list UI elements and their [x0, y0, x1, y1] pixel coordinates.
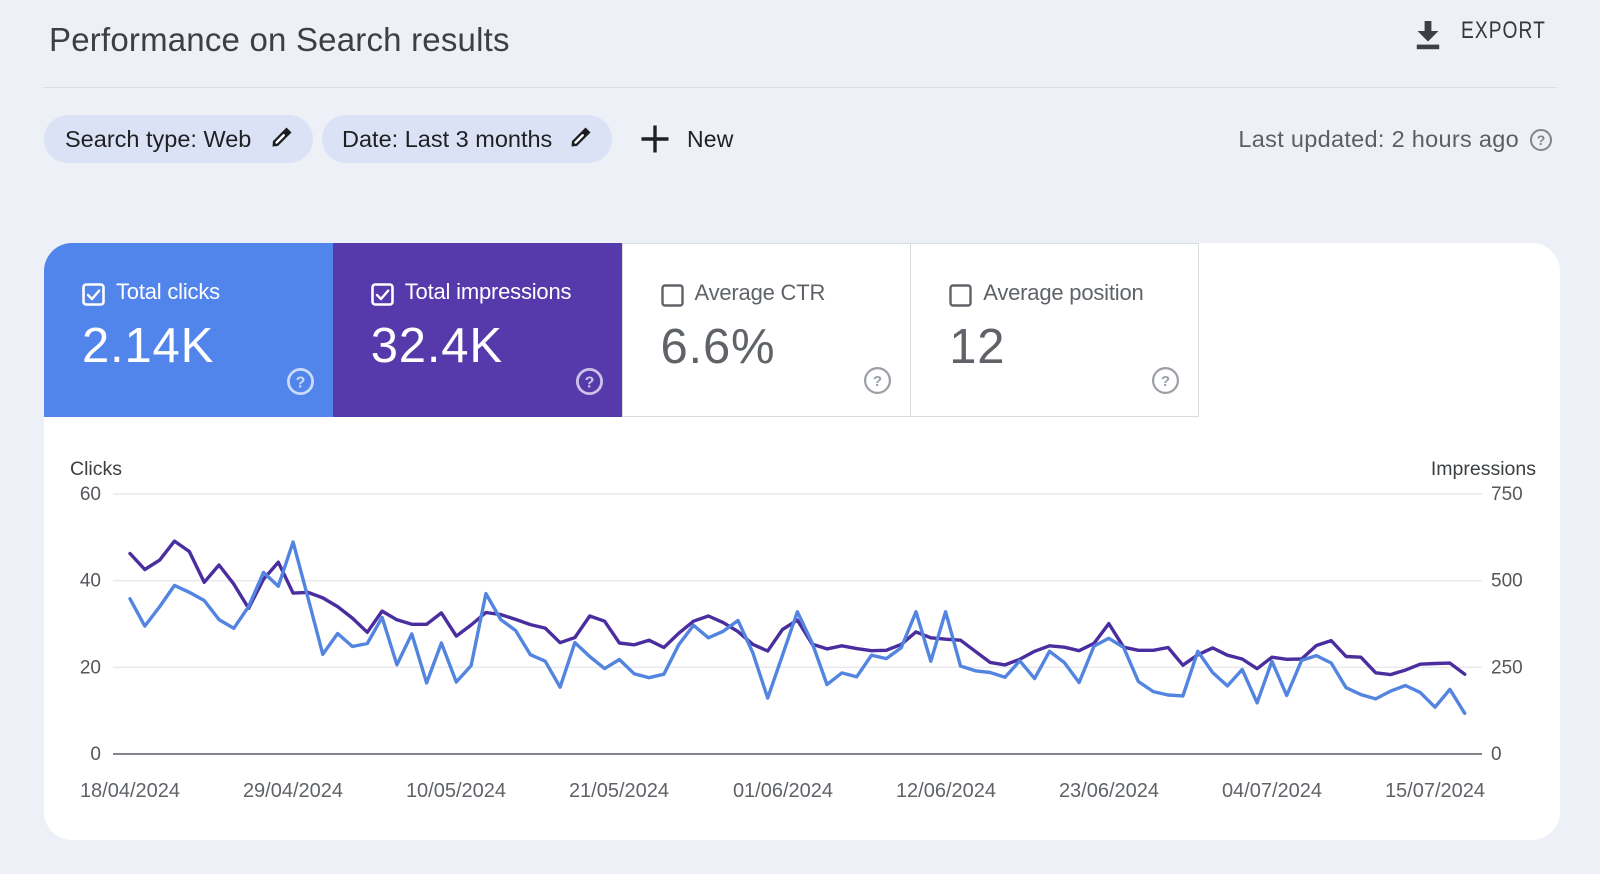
svg-text:04/07/2024: 04/07/2024 [1222, 780, 1322, 802]
svg-text:Clicks: Clicks [70, 458, 122, 480]
svg-text:60: 60 [80, 484, 101, 505]
svg-text:500: 500 [1491, 571, 1523, 592]
svg-text:40: 40 [80, 571, 101, 592]
svg-text:12/06/2024: 12/06/2024 [896, 780, 996, 802]
svg-text:29/04/2024: 29/04/2024 [243, 780, 343, 802]
svg-text:750: 750 [1491, 484, 1523, 505]
svg-text:23/06/2024: 23/06/2024 [1059, 780, 1159, 802]
svg-text:0: 0 [1491, 744, 1502, 765]
svg-text:21/05/2024: 21/05/2024 [569, 780, 669, 802]
svg-text:15/07/2024: 15/07/2024 [1385, 780, 1485, 802]
svg-text:01/06/2024: 01/06/2024 [733, 780, 833, 802]
svg-text:Impressions: Impressions [1431, 458, 1536, 480]
svg-text:250: 250 [1491, 657, 1523, 678]
svg-text:20: 20 [80, 657, 101, 678]
svg-text:10/05/2024: 10/05/2024 [406, 780, 506, 802]
svg-text:18/04/2024: 18/04/2024 [80, 780, 180, 802]
svg-text:0: 0 [90, 744, 101, 765]
